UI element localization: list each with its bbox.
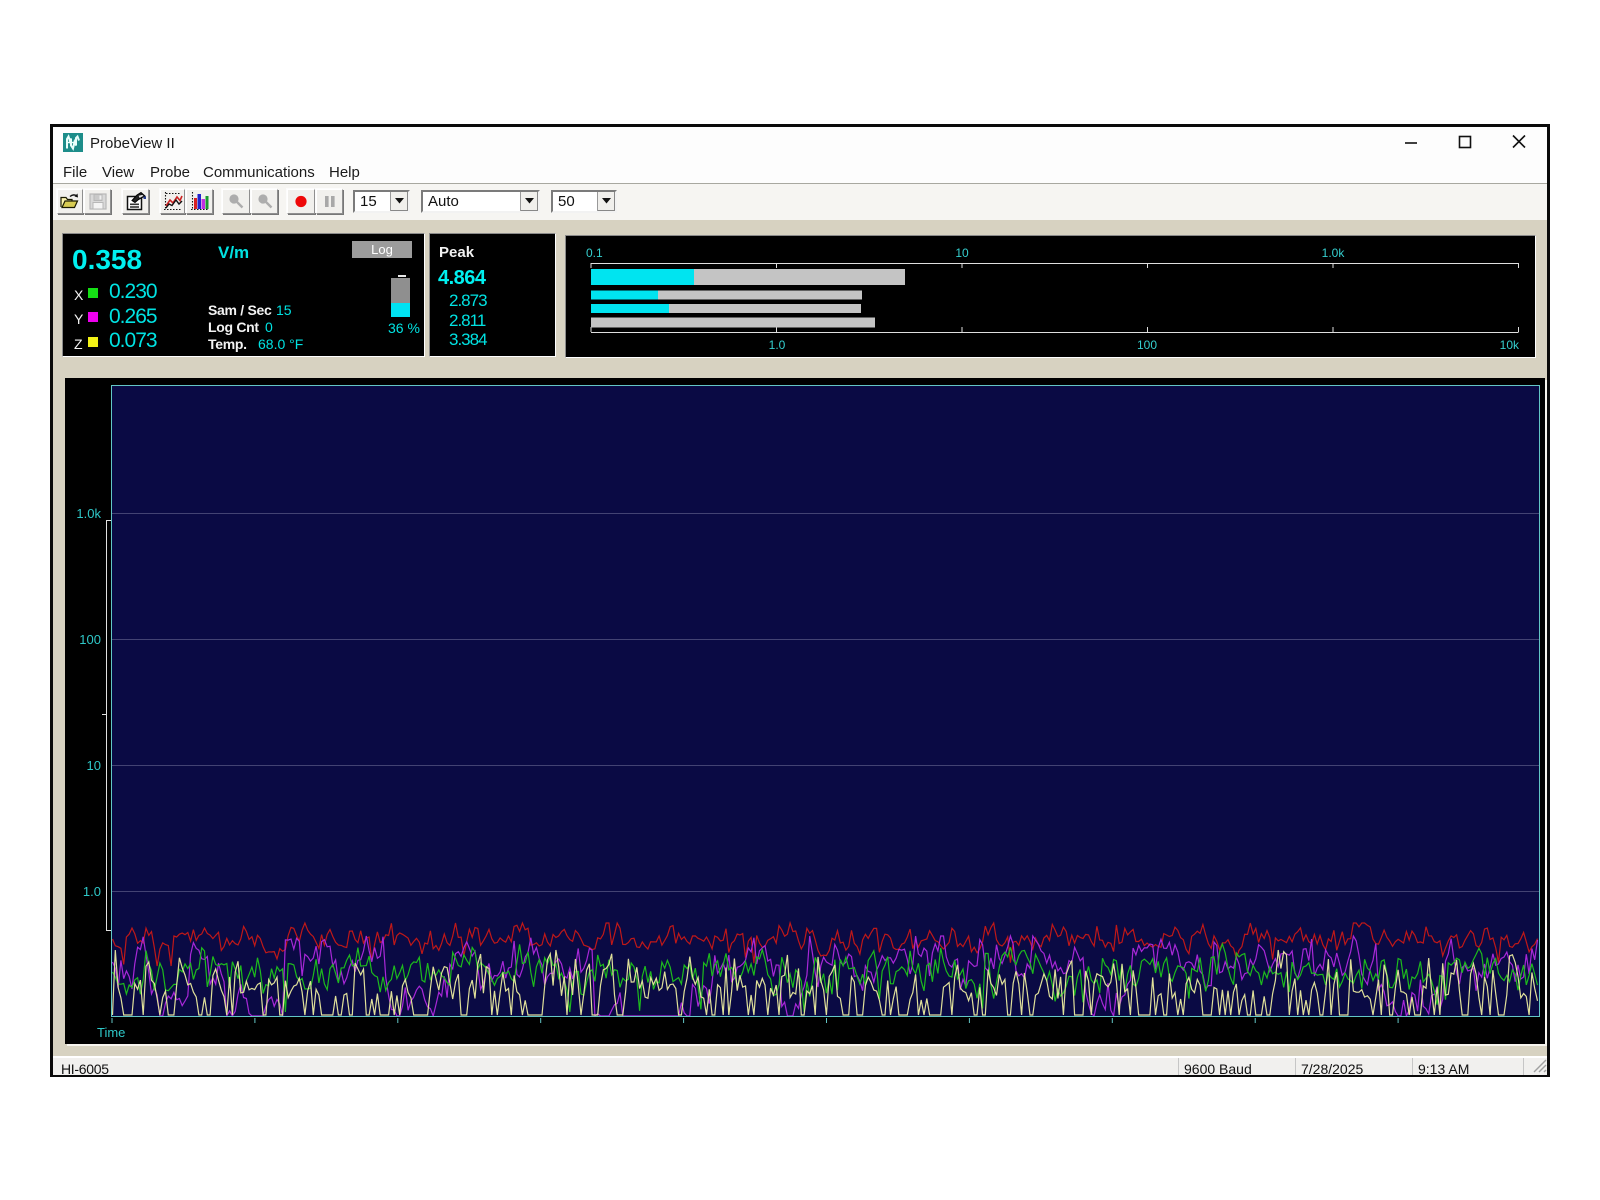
svg-text:10: 10 [87,758,101,773]
svg-text:100: 100 [79,632,101,647]
svg-text:1.0: 1.0 [769,338,786,352]
svg-text:0.1: 0.1 [586,246,603,260]
svg-text:1.0k: 1.0k [1322,246,1346,260]
svg-text:Time: Time [97,1025,125,1040]
svg-text:10k: 10k [1500,338,1520,352]
svg-text:1.0: 1.0 [83,884,101,899]
svg-text:10: 10 [955,246,969,260]
svg-text:100: 100 [1137,338,1157,352]
svg-text:1.0k: 1.0k [76,506,101,521]
